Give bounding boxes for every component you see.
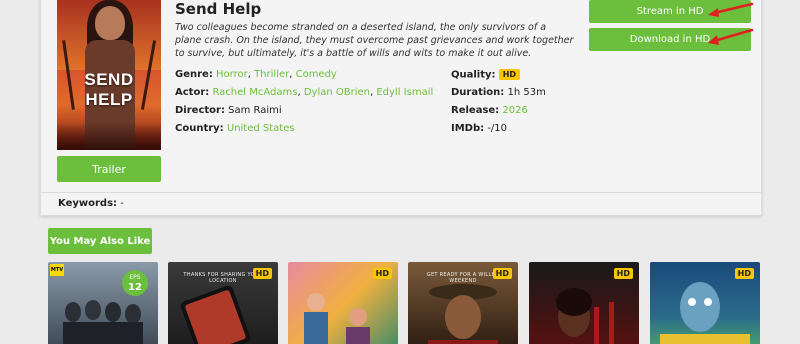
duration-value: 1h 53m [507, 87, 546, 98]
hd-badge: HD [252, 268, 272, 279]
you-may-also-like-heading[interactable]: You May Also Like [48, 228, 152, 254]
related-card[interactable]: HD [529, 262, 639, 344]
imdb-value: -/10 [487, 123, 508, 134]
actor-link[interactable]: Dylan OBrien [304, 87, 370, 98]
country-row: Country: United States [175, 123, 295, 134]
release-row: Release: 2026 [451, 105, 528, 116]
keywords-value: - [120, 198, 124, 209]
release-link[interactable]: 2026 [502, 105, 527, 116]
keywords-row: Keywords: - [58, 198, 124, 209]
genre-link[interactable]: Horror [216, 69, 248, 80]
card-art [63, 300, 143, 344]
imdb-row: IMDb: -/10 [451, 123, 508, 134]
trailer-button[interactable]: Trailer [57, 156, 161, 182]
arrow-stream-icon [708, 2, 754, 17]
related-card[interactable]: THANKS FOR SHARING YOUR LOCATION HD [168, 262, 278, 344]
actor-link[interactable]: Edyll Ismail [376, 87, 433, 98]
movie-poster: SEND HELP [57, 0, 161, 150]
genre-link[interactable]: Comedy [296, 69, 337, 80]
arrow-download-icon [708, 28, 754, 45]
hd-badge: HD [734, 268, 754, 279]
movie-description: Two colleagues become stranded on a dese… [175, 22, 574, 59]
related-card[interactable]: GET READY FOR A WILLED WEEKEND HD [408, 262, 518, 344]
page-title: Send Help [175, 0, 262, 18]
related-card[interactable]: HD [288, 262, 398, 344]
actor-link[interactable]: Rachel McAdams [212, 87, 297, 98]
duration-row: Duration: 1h 53m [451, 87, 546, 98]
director-value: Sam Raimi [228, 105, 282, 116]
hd-badge: HD [372, 268, 392, 279]
related-card[interactable]: HD [650, 262, 760, 344]
quality-row: Quality: HD [451, 69, 521, 81]
country-link[interactable]: United States [227, 123, 295, 134]
hd-badge: HD [613, 268, 633, 279]
keywords-bar [40, 192, 762, 216]
related-card[interactable]: MTV EPS 12 [48, 262, 158, 344]
director-row: Director: Sam Raimi [175, 105, 282, 116]
genre-link[interactable]: Thriller [254, 69, 289, 80]
quality-badge: HD [498, 69, 521, 80]
poster-title: SEND HELP [84, 70, 134, 109]
actor-row: Actor: Rachel McAdams, Dylan OBrien, Edy… [175, 87, 434, 98]
genre-row: Genre: Horror, Thriller, Comedy [175, 69, 337, 80]
hd-badge: HD [492, 268, 512, 279]
